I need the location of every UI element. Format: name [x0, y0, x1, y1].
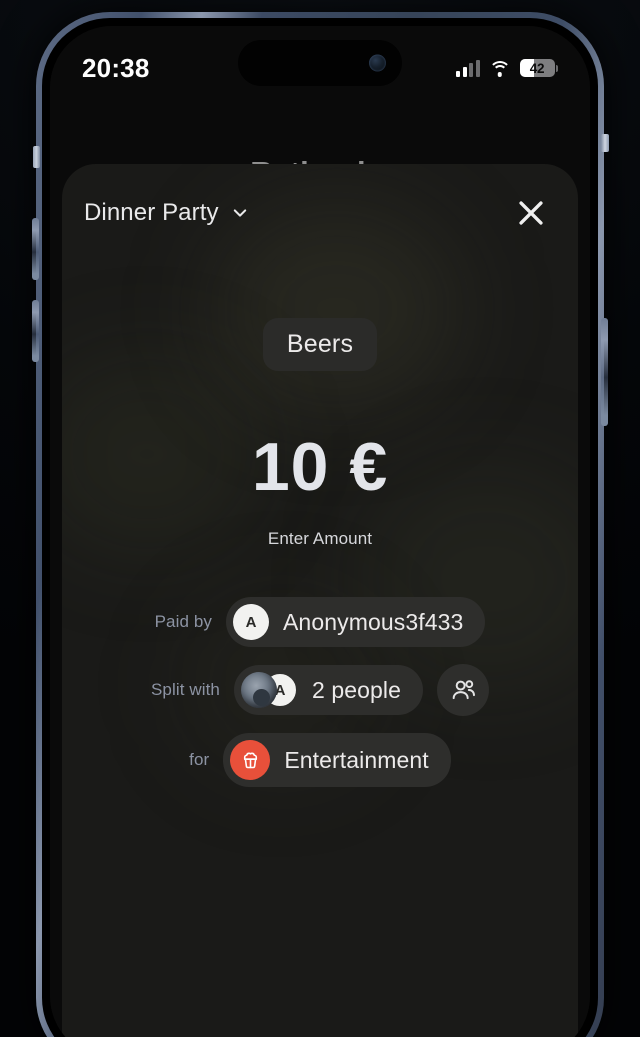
add-expense-sheet: Dinner Party Beers 10 € Enter Amount Pai…	[62, 164, 578, 1037]
amount-value[interactable]: 10 €	[62, 433, 578, 501]
battery-level-text: 42	[529, 60, 545, 76]
group-name-label: Dinner Party	[84, 199, 219, 226]
volume-down-button[interactable]	[32, 300, 39, 362]
split-with-row: Split with A 2 people	[62, 664, 578, 716]
paid-by-value: Anonymous3f433	[282, 608, 464, 635]
close-x-icon[interactable]	[514, 196, 548, 230]
amount-label: Enter Amount	[267, 529, 373, 548]
expense-title-wrap: Beers	[62, 318, 578, 371]
users-group-icon	[449, 676, 477, 704]
phone-screen: 20:38 42 Dinner Party Beers 10 € Enter A…	[50, 26, 590, 1037]
users-group-icon-button[interactable]	[437, 664, 490, 716]
status-bar-indicators: 42	[456, 59, 558, 77]
sheet-header: Dinner Party	[62, 164, 578, 236]
expense-fields: Paid by A Anonymous3f433 Split with A 2 …	[62, 597, 578, 787]
paid-by-row: Paid by A Anonymous3f433	[62, 597, 578, 647]
status-bar-time: 20:38	[82, 52, 150, 83]
expense-title-chip[interactable]: Beers	[262, 318, 378, 371]
avatar-photo	[240, 672, 277, 708]
screenshot-stage: 20:38 42 Dinner Party Beers 10 € Enter A…	[0, 0, 640, 1037]
category-value: Entertainment	[284, 746, 429, 773]
amount-block: 10 € Enter Amount	[62, 433, 578, 549]
category-label: for	[189, 750, 210, 769]
group-selector[interactable]: Dinner Party	[84, 199, 249, 227]
front-camera-icon	[369, 54, 386, 72]
chevron-down-icon[interactable]	[231, 204, 249, 222]
cellular-signal-icon	[456, 59, 480, 77]
paid-by-label: Paid by	[154, 612, 212, 631]
power-button[interactable]	[601, 318, 608, 426]
split-with-value: 2 people	[311, 676, 402, 703]
paid-by-pill[interactable]: A Anonymous3f433	[225, 597, 486, 647]
category-row: for Entertainment	[62, 733, 578, 787]
avatar-stack: A	[240, 672, 298, 708]
battery-icon: 42	[519, 59, 558, 77]
volume-up-button[interactable]	[32, 218, 39, 280]
wifi-icon	[488, 60, 511, 77]
popcorn-bucket-icon	[230, 740, 271, 780]
split-with-label: Split with	[150, 680, 220, 699]
sheet-content: Dinner Party Beers 10 € Enter Amount Pai…	[62, 164, 578, 1037]
category-pill[interactable]: Entertainment	[223, 733, 451, 787]
mute-switch-button[interactable]	[33, 146, 40, 168]
action-button[interactable]	[601, 134, 609, 152]
split-with-pill[interactable]: A 2 people	[233, 665, 424, 715]
dynamic-island	[238, 40, 402, 86]
avatar: A	[232, 604, 269, 640]
